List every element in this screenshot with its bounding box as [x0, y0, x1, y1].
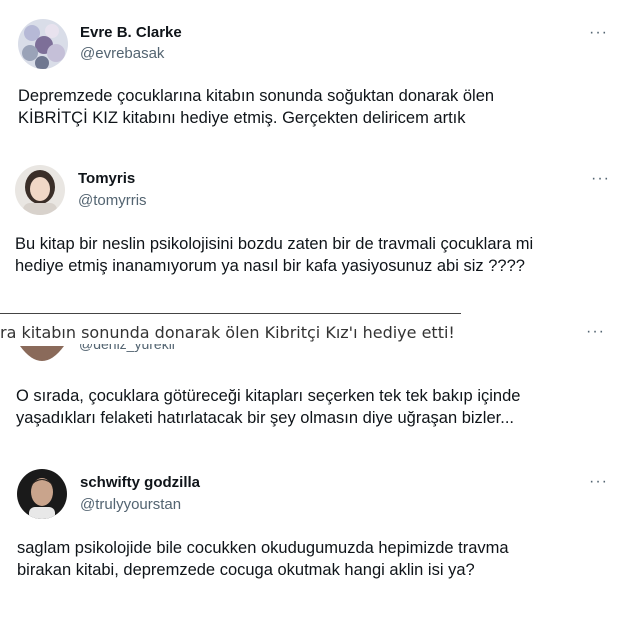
author-name[interactable]: schwifty godzilla: [80, 474, 200, 491]
avatar[interactable]: [18, 346, 66, 368]
author-handle-text: @deniz_yurekli: [79, 344, 175, 352]
author-handle[interactable]: @deniz_yurekli: [79, 344, 175, 353]
avatar[interactable]: [18, 19, 68, 69]
more-options-icon[interactable]: ···: [589, 474, 608, 490]
avatar[interactable]: [17, 469, 67, 519]
avatar-flowers-icon: [18, 19, 68, 69]
author-handle[interactable]: @evrebasak: [80, 45, 164, 62]
more-options-icon[interactable]: ···: [589, 25, 608, 41]
avatar[interactable]: [15, 165, 65, 215]
news-caption: ra kitabın sonunda donarak ölen Kibritçi…: [0, 323, 455, 342]
author-handle[interactable]: @tomyrris: [78, 192, 147, 209]
more-options-icon[interactable]: ···: [586, 324, 605, 340]
tweet-text: Depremzede çocuklarına kitabın sonunda s…: [18, 87, 495, 127]
tweet-text: saglam psikolojide bile cocukken okudugu…: [17, 539, 509, 579]
divider: [0, 313, 461, 314]
more-options-icon[interactable]: ···: [591, 171, 610, 187]
tweet-text: O sırada, çocuklara götüreceği kitapları…: [16, 387, 521, 427]
avatar-person-icon: [17, 469, 67, 519]
avatar-person-icon: [15, 165, 65, 215]
tweet-text: Bu kitap bir neslin psikolojisini bozdu …: [15, 235, 534, 275]
author-handle[interactable]: @trulyyourstan: [80, 496, 181, 513]
author-name[interactable]: Evre B. Clarke: [80, 24, 182, 41]
author-name[interactable]: Tomyris: [78, 170, 135, 187]
avatar-person-icon: [18, 346, 66, 368]
